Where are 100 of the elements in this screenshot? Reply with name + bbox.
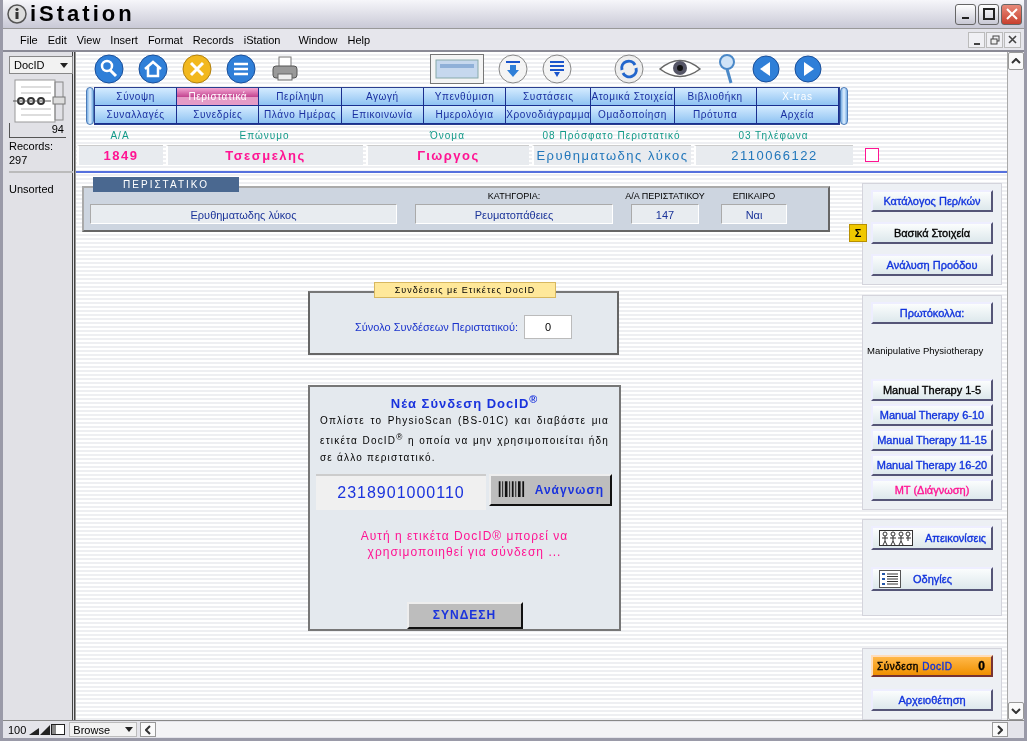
field-label: 08 Πρόσφατο Περιστατικό [542, 130, 681, 142]
magnifier-icon[interactable] [716, 53, 738, 86]
layout-dropdown[interactable]: DocID [9, 56, 73, 74]
close-button[interactable] [1001, 3, 1022, 25]
minimize-button[interactable] [955, 3, 976, 25]
vertical-scrollbar[interactable] [1007, 52, 1024, 720]
menu-item[interactable]: iStation [238, 33, 294, 46]
scroll-right-icon [997, 724, 1003, 735]
panel-button[interactable]: Κατάλογος Περ/κών [871, 190, 993, 212]
panel-button[interactable]: Manual Therapy 16-20 [871, 454, 993, 476]
scroll-up-icon [1011, 58, 1021, 64]
menu-item[interactable]: Edit [42, 33, 72, 46]
field-value: 147 [631, 204, 699, 224]
tab[interactable]: Συστάσεις [506, 87, 592, 106]
panel-button[interactable]: Αρχειοθέτηση [871, 689, 993, 711]
sort-status: Unsorted [9, 183, 55, 195]
links-total-label: Σύνολο Συνδέσεων Περιστατικού: [354, 321, 519, 333]
records-count: 297 [9, 154, 29, 166]
tab[interactable]: Αγωγή [341, 87, 424, 106]
zoom-in-icon[interactable] [40, 724, 51, 735]
tab[interactable]: Βιβλιοθήκη [674, 87, 757, 106]
mode-dropdown[interactable]: Browse [69, 722, 138, 737]
panel-button[interactable]: Manual Therapy 11-15 [871, 429, 993, 451]
horizontal-scrollbar[interactable] [140, 722, 1008, 737]
layout-thumbnail-icon[interactable] [430, 54, 484, 85]
menu-item[interactable]: Window [293, 33, 343, 46]
maximize-button[interactable] [978, 3, 999, 25]
tab[interactable]: Περίληψη [259, 87, 342, 106]
field-label: Α/Α ΠΕΡΙΣΤΑΤΙΚΟΥ [625, 191, 705, 201]
field-label: Α/Α [110, 130, 130, 142]
field-value: 1849 [77, 145, 163, 166]
menu-item[interactable]: Help [342, 33, 376, 46]
book-icon[interactable] [11, 79, 67, 123]
field-label: ΕΠΙΚΑΙΡΟ [732, 191, 776, 201]
tab-bar-end [840, 86, 848, 126]
panel-button[interactable]: Απεικονίσεις [871, 526, 993, 550]
close-icon [1008, 35, 1017, 44]
download-list-icon[interactable] [542, 54, 572, 85]
field-label: Όνομα [430, 130, 465, 142]
sync-icon[interactable] [614, 54, 644, 85]
links-total-field: 0 [524, 315, 573, 339]
field-value: Ερυθηματωδης λύκος [532, 145, 691, 166]
field-value: Γιωργος [366, 145, 529, 166]
close-icon [1005, 8, 1018, 20]
caret-icon [60, 62, 68, 68]
panel-button[interactable]: Manual Therapy 1-5 [871, 379, 993, 401]
field-value: Τσεσμελης [166, 145, 363, 166]
people-icon [879, 530, 913, 546]
menu-item[interactable]: Insert [105, 33, 143, 46]
menu-item[interactable]: View [71, 33, 106, 46]
minimize-icon [973, 42, 980, 45]
panel-button[interactable]: Οδηγίες [871, 567, 993, 591]
minimize-icon [962, 17, 969, 19]
link-button[interactable]: ΣΥΝΔΕΣΗ [406, 601, 523, 629]
checkbox[interactable] [865, 148, 879, 163]
field-label: 03 Τηλέφωνα [738, 130, 809, 142]
instructions-text: Οπλίστε το PhysioScan (BS-01C) και διαβάστε μια ετικέτα DocID$^{®}$ η οποία να μην χρησιμοποιείται ήδη σε άλλο περιστατικό. [319, 414, 610, 465]
menu-item[interactable]: Records [187, 33, 239, 46]
window-title: iStation [30, 1, 135, 27]
scroll-down-icon [1011, 708, 1021, 714]
list-icon[interactable] [226, 54, 256, 85]
record-number-field: 94 [9, 123, 66, 138]
panel-title: Νέα Σύνδεση DocID$^{®}$ [390, 393, 539, 412]
home-icon[interactable] [138, 54, 168, 85]
field-value: 2110066122 [694, 145, 853, 166]
status-message: Αυτή η ετικέτα DocID® μπορεί να χρησιμοποιηθεί για σύνδεση ... [359, 527, 570, 560]
read-button[interactable]: Ανάγνωση [489, 473, 612, 506]
panel-button[interactable]: Ανάλυση Προόδου [871, 254, 993, 276]
zoom-level[interactable]: 100 [8, 723, 27, 736]
menu-item[interactable]: File [15, 33, 43, 46]
docid-link-button[interactable]: Σύνδεση DocID 0 [871, 655, 993, 677]
panel-button[interactable]: Βασικά Στοιχεία [871, 222, 993, 244]
search-icon[interactable] [94, 54, 124, 85]
protocol-name: Manipulative Physiotherapy [867, 345, 984, 356]
tab[interactable]: Σύνοψη [95, 87, 178, 106]
field-label: ΚΑΤΗΓΟΡΙΑ: [487, 191, 541, 201]
panel-button[interactable]: Πρωτόκολλα: [871, 302, 993, 324]
info-icon [7, 4, 27, 24]
next-icon[interactable] [794, 55, 822, 84]
close-button[interactable] [1004, 31, 1021, 48]
diagnosis-field: Ερυθηματωδης λύκος [90, 204, 397, 224]
minimize-button[interactable] [968, 31, 985, 48]
barcode-field[interactable]: 2318901000110 [316, 473, 486, 510]
sum-badge[interactable]: Σ [849, 224, 867, 242]
status-toggle-icon[interactable] [51, 724, 66, 735]
caret-icon [125, 727, 134, 732]
maximize-icon [982, 8, 995, 20]
tab[interactable]: Ατομικά Στοιχεία [591, 87, 675, 106]
menu-item[interactable]: Format [142, 33, 188, 46]
field-value: Ρευματοπάθειες [415, 204, 613, 224]
field-value: Ναι [721, 204, 787, 224]
previous-icon[interactable] [752, 55, 780, 84]
field-label: Επώνυμο [239, 130, 290, 142]
panel-button[interactable]: Manual Therapy 6-10 [871, 404, 993, 426]
tab-bar-end [86, 86, 94, 126]
restore-button[interactable] [986, 31, 1003, 48]
list-icon [879, 570, 901, 588]
tab[interactable]: Υπενθύμιση [423, 87, 507, 106]
restore-icon [989, 34, 1000, 45]
scroll-left-icon [145, 724, 152, 735]
